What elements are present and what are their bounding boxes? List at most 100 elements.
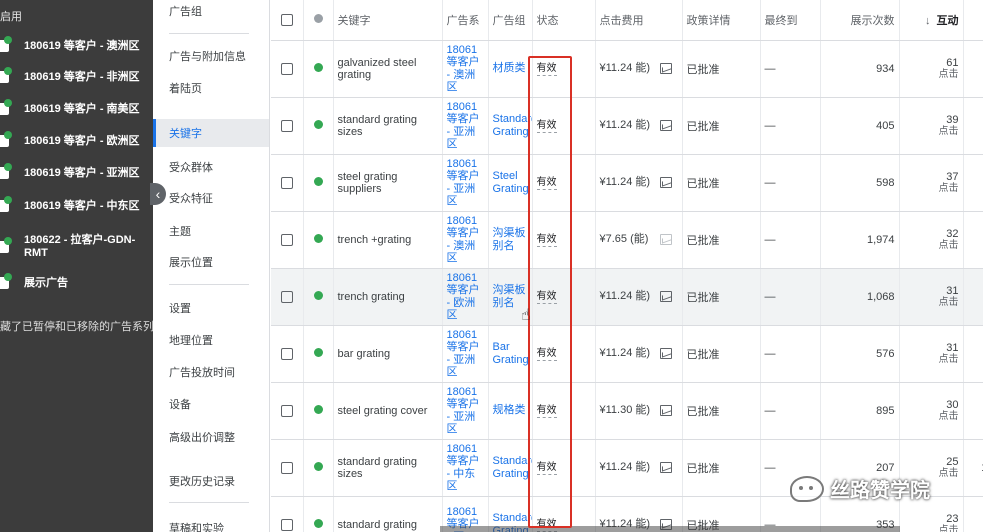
status-text[interactable]: 有效 xyxy=(536,234,557,247)
keyword-text[interactable]: steel grating cover xyxy=(338,405,438,417)
status-text[interactable]: 有效 xyxy=(536,291,557,304)
col-header-final-url[interactable]: 最终到 xyxy=(760,0,821,41)
col-header-keyword[interactable]: 关键字 xyxy=(333,0,443,41)
nav-item-demographics[interactable]: 受众特征 xyxy=(153,184,269,212)
row-checkbox[interactable] xyxy=(280,176,293,189)
row-checkbox[interactable] xyxy=(280,62,293,75)
chart-icon[interactable] xyxy=(659,291,672,302)
campaign-link[interactable]: 18061 等客户 - 欧洲区 xyxy=(447,272,484,322)
table-row[interactable]: steel grating suppliers 18061 等客户 - 亚洲区 St… xyxy=(271,154,983,212)
table-row[interactable]: steel grating cover 18061 等客户 - 亚洲区 规格类 有效 ¥… xyxy=(271,382,983,440)
ad-group-link[interactable]: 规格类 xyxy=(493,404,528,417)
cpc-value[interactable]: ¥11.30 能) xyxy=(600,404,651,417)
campaign-status-filter[interactable]: 启用 xyxy=(0,8,22,24)
campaign-link[interactable]: 18061 等客户 - 亚洲区 xyxy=(447,101,484,151)
nav-item-audiences[interactable]: 受众群体 xyxy=(153,153,269,181)
col-header-cpc[interactable]: 点击费用 xyxy=(595,0,683,41)
nav-item-settings[interactable]: 设置 xyxy=(153,294,269,322)
nav-item-bid-adjustments[interactable]: 高级出价调整 xyxy=(153,423,269,451)
chart-icon[interactable] xyxy=(659,462,672,473)
nav-item-drafts-experiments[interactable]: 草稿和实验 xyxy=(153,514,269,532)
enabled-status-icon[interactable] xyxy=(313,62,323,72)
nav-item-landing-pages[interactable]: 着陆页 xyxy=(153,74,269,102)
campaign-item[interactable]: 180619 等客户 - 中东区 xyxy=(0,191,153,221)
status-text[interactable]: 有效 xyxy=(536,405,557,418)
col-header-status[interactable]: 状态 xyxy=(532,0,596,41)
status-text[interactable]: 有效 xyxy=(536,348,557,361)
enabled-status-icon[interactable] xyxy=(313,518,323,528)
cpc-value[interactable]: ¥11.24 能) xyxy=(600,62,651,75)
nav-item-keywords[interactable]: 关键字 xyxy=(153,119,269,147)
chart-icon[interactable] xyxy=(659,348,672,359)
ad-group-link[interactable]: Steel Grating xyxy=(493,170,529,195)
nav-item-change-history[interactable]: 更改历史记录 xyxy=(153,467,269,495)
enabled-status-icon[interactable] xyxy=(313,461,323,471)
status-text[interactable]: 有效 xyxy=(536,177,557,190)
row-checkbox[interactable] xyxy=(280,518,293,531)
nav-item-ad-groups[interactable]: 广告组 xyxy=(153,0,269,25)
cpc-value[interactable]: ¥11.24 能) xyxy=(600,290,651,303)
row-checkbox[interactable] xyxy=(280,404,293,417)
campaign-item[interactable]: 180619 等客户 - 澳洲区 xyxy=(0,31,153,61)
campaign-item[interactable]: 180619 等客户 - 南美区 xyxy=(0,94,153,124)
table-row[interactable]: galvanized steel grating 18061 等客户 - 澳洲区材… xyxy=(271,40,983,98)
cpc-value[interactable]: ¥11.24 能) xyxy=(600,119,651,132)
col-header-interactions[interactable]: ↓ 互动 xyxy=(899,0,964,41)
col-header-campaign[interactable]: 广告系 xyxy=(442,0,489,41)
enabled-status-icon[interactable] xyxy=(313,404,323,414)
chart-off-icon[interactable] xyxy=(659,234,672,245)
keyword-text[interactable]: bar grating xyxy=(338,348,438,360)
keyword-text[interactable]: trench grating xyxy=(338,291,438,303)
ad-group-link[interactable]: Standard Grating xyxy=(493,113,532,138)
status-text[interactable]: 有效 xyxy=(536,120,557,133)
chart-icon[interactable] xyxy=(659,405,672,416)
enabled-status-icon[interactable] xyxy=(313,119,323,129)
status-text[interactable]: 有效 xyxy=(536,462,557,475)
campaign-item[interactable]: 180622 - 拉客户-GDN-RMT xyxy=(0,230,153,264)
keyword-text[interactable]: standard grating xyxy=(338,519,438,531)
status-text[interactable]: 有效 xyxy=(536,63,557,76)
row-checkbox[interactable] xyxy=(280,119,293,132)
nav-item-ads-extensions[interactable]: 广告与附加信息 xyxy=(153,42,269,70)
select-all-checkbox[interactable] xyxy=(280,13,293,26)
campaign-item[interactable]: 展示广告 xyxy=(0,268,153,298)
enabled-status-icon[interactable] xyxy=(313,233,323,243)
campaign-link[interactable]: 18061 等客户 - 澳洲区 xyxy=(447,44,484,94)
keyword-text[interactable]: standard grating sizes xyxy=(338,114,438,138)
table-row[interactable]: standard grating sizes 18061 等客户 - 亚洲区 Sta… xyxy=(271,97,983,155)
keyword-text[interactable]: steel grating suppliers xyxy=(338,171,438,195)
nav-item-topics[interactable]: 主题 xyxy=(153,217,269,245)
col-header-policy[interactable]: 政策详情 xyxy=(682,0,761,41)
campaign-item[interactable]: 180619 等客户 - 欧洲区 xyxy=(0,126,153,156)
nav-item-placements[interactable]: 展示位置 xyxy=(153,248,269,276)
ad-group-link[interactable]: 材质类 xyxy=(493,62,528,75)
horizontal-scrollbar[interactable] xyxy=(440,526,900,532)
nav-item-locations[interactable]: 地理位置 xyxy=(153,326,269,354)
campaign-link[interactable]: 18061 等客户 - 澳洲区 xyxy=(447,215,484,265)
keyword-text[interactable]: trench +grating xyxy=(338,234,438,246)
chart-icon[interactable] xyxy=(659,120,672,131)
hidden-campaigns-note[interactable]: 藏了已暂停和已移除的广告系列 xyxy=(0,318,153,334)
campaign-item[interactable]: 180619 等客户 - 非洲区 xyxy=(0,62,153,92)
nav-item-devices[interactable]: 设备 xyxy=(153,390,269,418)
ad-group-link[interactable]: Standard Grating xyxy=(493,455,532,480)
cpc-value[interactable]: ¥11.24 能) xyxy=(600,347,651,360)
enabled-status-icon[interactable] xyxy=(313,347,323,357)
keyword-text[interactable]: standard grating sizes xyxy=(338,456,438,480)
table-row[interactable]: trench grating 18061 等客户 - 欧洲区 沟渠板别名 有效 ¥11.… xyxy=(271,268,983,326)
campaign-link[interactable]: 18061 等客户 - 亚洲区 xyxy=(447,386,484,436)
campaign-link[interactable]: 18061 等客户 - 亚洲区 xyxy=(447,329,484,379)
campaign-link[interactable]: 18061 等客户 - 亚洲区 xyxy=(447,158,484,208)
ad-group-link[interactable]: 沟渠板别名 xyxy=(493,227,528,252)
nav-item-ad-schedule[interactable]: 广告投放时间 xyxy=(153,358,269,386)
cpc-value[interactable]: ¥11.24 能) xyxy=(600,176,651,189)
enabled-status-icon[interactable] xyxy=(313,176,323,186)
row-checkbox[interactable] xyxy=(280,347,293,360)
col-header-impressions[interactable]: 展示次数 xyxy=(820,0,900,41)
ad-group-link[interactable]: Bar Grating xyxy=(493,341,529,366)
col-header-interaction-rate[interactable]: 互 xyxy=(963,0,983,41)
cpc-value[interactable]: ¥7.65 (能) xyxy=(600,233,649,246)
enabled-status-icon[interactable] xyxy=(313,290,323,300)
row-checkbox[interactable] xyxy=(280,290,293,303)
row-checkbox[interactable] xyxy=(280,233,293,246)
